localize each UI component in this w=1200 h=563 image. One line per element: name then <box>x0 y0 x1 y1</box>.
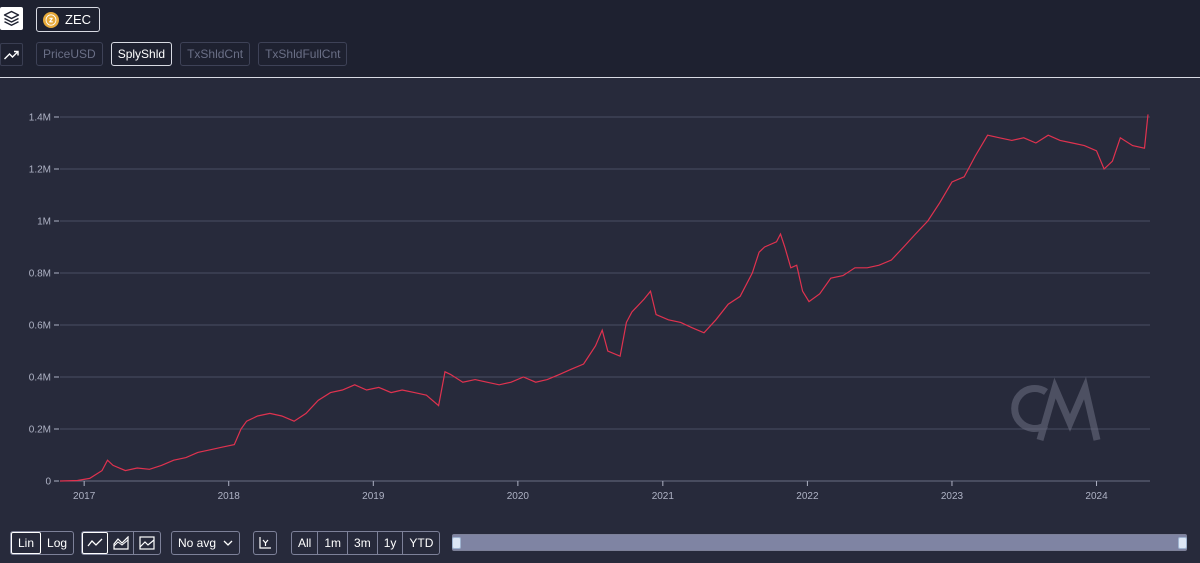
chevron-down-icon <box>223 540 233 546</box>
x-tick-label: 2022 <box>796 491 819 502</box>
y-axis-icon[interactable] <box>253 531 277 555</box>
bottom-controls: Lin Log No avg All 1m 3m 1y YTD <box>0 525 1200 563</box>
asset-selector-button[interactable]: ⓩ ZEC <box>36 7 100 32</box>
avg-label: No avg <box>178 536 217 550</box>
range-3m-button[interactable]: 3m <box>348 532 378 554</box>
metric-tabs: PriceUSD SplyShld TxShldCnt TxShldFullCn… <box>36 42 348 66</box>
layers-icon[interactable] <box>0 7 23 30</box>
y-tick-label: 1.2M <box>29 165 51 176</box>
y-tick-label: 1M <box>37 217 51 228</box>
moving-average-select[interactable]: No avg <box>171 531 240 555</box>
chart-type-toggle <box>81 531 161 555</box>
slider-right-handle[interactable] <box>1178 537 1187 549</box>
range-ytd-button[interactable]: YTD <box>403 532 439 554</box>
area-chart-icon[interactable] <box>108 532 134 554</box>
y-tick-label: 0.6M <box>29 321 51 332</box>
x-tick-label: 2019 <box>362 491 385 502</box>
y-tick-label: 0.2M <box>29 425 51 436</box>
y-tick-label: 0.4M <box>29 373 51 384</box>
coinmetrics-watermark-logo <box>1011 376 1101 441</box>
scale-toggle: Lin Log <box>10 531 75 555</box>
y-tick-label: 1.4M <box>29 113 51 124</box>
date-range-slider[interactable] <box>452 534 1187 551</box>
slider-left-handle[interactable] <box>452 537 461 549</box>
x-tick-label: 2024 <box>1085 491 1108 502</box>
grid-lines <box>60 116 1150 482</box>
x-tick-label: 2021 <box>652 491 675 502</box>
x-tick-label: 2020 <box>507 491 530 502</box>
range-1y-button[interactable]: 1y <box>378 532 404 554</box>
x-tick-label: 2018 <box>218 491 241 502</box>
x-tick-label: 2017 <box>73 491 96 502</box>
top-toolbar: ⓩ ZEC PriceUSD SplyShld TxShldCnt TxShld… <box>0 0 1200 78</box>
y-tick-label: 0 <box>45 477 51 488</box>
scale-lin-button[interactable]: Lin <box>11 532 42 554</box>
x-axis: 2017 2018 2019 2020 2021 2022 2023 2024 <box>73 481 1108 502</box>
tab-priceusd[interactable]: PriceUSD <box>36 42 103 66</box>
chart-area[interactable]: 0 0.2M 0.4M 0.6M 0.8M 1M 1.2M 1.4M 2017 2018 2019… <box>0 80 1200 510</box>
mountain-chart-icon[interactable] <box>134 532 160 554</box>
tab-txshldcnt[interactable]: TxShldCnt <box>180 42 251 66</box>
trend-up-icon[interactable] <box>0 43 23 66</box>
zcash-coin-icon: ⓩ <box>43 11 59 28</box>
line-chart-icon[interactable] <box>82 532 108 554</box>
scale-log-button[interactable]: Log <box>41 532 73 554</box>
tab-txshldfullcnt[interactable]: TxShldFullCnt <box>258 42 348 66</box>
x-tick-label: 2023 <box>941 491 964 502</box>
y-axis: 0 0.2M 0.4M 0.6M 0.8M 1M 1.2M 1.4M <box>29 113 59 488</box>
y-tick-label: 0.8M <box>29 269 51 280</box>
range-all-button[interactable]: All <box>292 532 319 554</box>
time-range-buttons: All 1m 3m 1y YTD <box>291 531 441 555</box>
asset-symbol: ZEC <box>65 12 91 27</box>
range-1m-button[interactable]: 1m <box>318 532 349 554</box>
tab-splyshld[interactable]: SplyShld <box>110 42 173 66</box>
